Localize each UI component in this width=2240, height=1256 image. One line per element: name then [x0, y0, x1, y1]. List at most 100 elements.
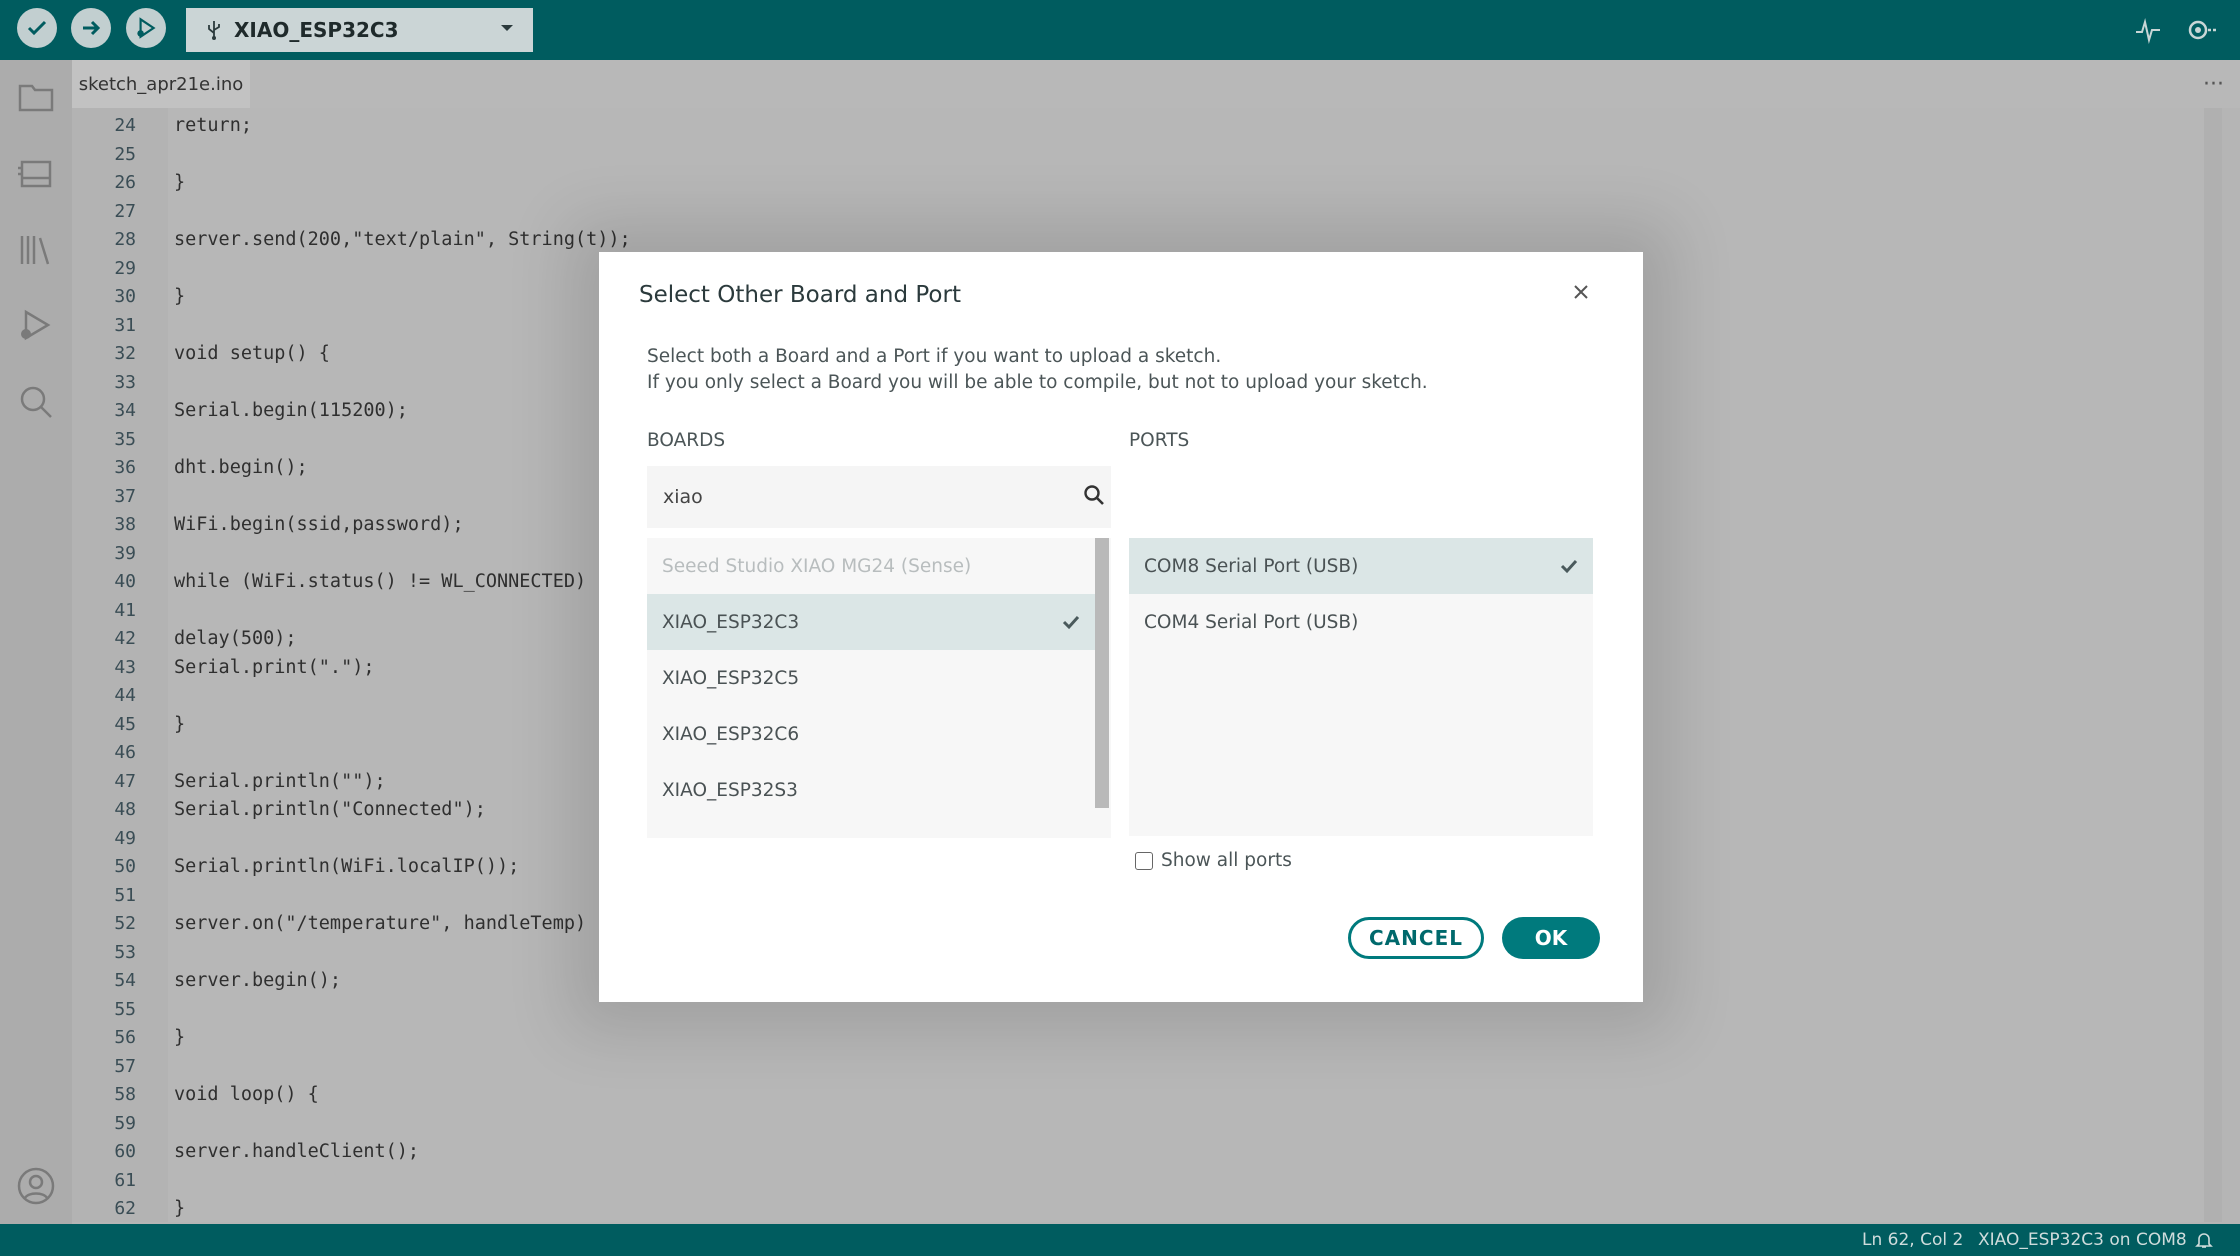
ok-button[interactable]: OK — [1502, 917, 1600, 959]
verify-icon — [27, 20, 47, 36]
debug-icon[interactable] — [16, 306, 56, 346]
port-list-item[interactable]: COM4 Serial Port (USB) — [1129, 594, 1593, 650]
code-line: Serial.println(""); — [174, 770, 386, 792]
ports-label: PORTS — [1129, 430, 1190, 451]
line-number: 30 — [114, 286, 136, 307]
editor-tabs: sketch_apr21e.ino ··· — [72, 60, 2240, 108]
line-number: 43 — [114, 656, 136, 678]
code-line: Serial.begin(115200); — [174, 400, 408, 421]
port-list-item[interactable]: COM8 Serial Port (USB) — [1129, 538, 1593, 594]
dialog-description: Select both a Board and a Port if you wa… — [647, 344, 1428, 396]
board-list-item[interactable]: XIAO_ESP32C5 — [647, 650, 1095, 706]
line-number: 59 — [114, 1112, 136, 1134]
serial-plotter-icon[interactable] — [2134, 16, 2162, 44]
code-line: void loop() { — [174, 1084, 319, 1105]
line-number: 49 — [114, 827, 136, 849]
code-line: server.handleClient(); — [174, 1141, 420, 1162]
code-line: Serial.println(WiFi.localIP()); — [174, 856, 520, 877]
sidebar — [0, 60, 72, 1224]
debug-icon — [137, 17, 156, 39]
code-line: } — [174, 713, 186, 735]
show-all-ports-label: Show all ports — [1161, 850, 1292, 871]
cursor-position[interactable]: Ln 62, Col 2 — [1862, 1230, 1963, 1250]
boards-manager-icon[interactable] — [16, 154, 56, 194]
code-line: Serial.print("."); — [174, 656, 375, 678]
board-search[interactable] — [647, 466, 1111, 528]
boards-label: BOARDS — [647, 430, 726, 451]
line-number: 48 — [114, 799, 136, 820]
board-label: XIAO_ESP32C3 — [662, 611, 800, 633]
close-icon[interactable] — [1571, 282, 1591, 302]
check-icon — [1560, 559, 1578, 574]
line-number: 24 — [114, 115, 136, 136]
line-number: 27 — [114, 200, 136, 222]
account-icon[interactable] — [16, 1166, 56, 1206]
board-list-item[interactable]: XIAO_ESP32C6 — [647, 706, 1095, 762]
line-number: 35 — [114, 428, 136, 450]
line-number: 58 — [114, 1084, 136, 1105]
board-label: XIAO_ESP32C6 — [662, 723, 800, 745]
library-manager-icon[interactable] — [16, 230, 56, 270]
board-list-item[interactable]: XIAO_ESP32S3 — [647, 762, 1095, 818]
boards-list: Seeed Studio XIAO MG24 (Sense) XIAO_ESP32… — [647, 538, 1111, 838]
line-number: 36 — [114, 457, 136, 478]
status-bar: Ln 62, Col 2 XIAO_ESP32C3 on COM8 — [0, 1224, 2240, 1256]
board-list-item[interactable]: XIAO_ESP32C3 — [647, 594, 1095, 650]
line-number: 37 — [114, 485, 136, 507]
code-line: while (WiFi.status() != WL_CONNECTED) — [174, 571, 587, 592]
upload-icon — [83, 20, 101, 36]
line-number: 33 — [114, 371, 136, 393]
line-number: 26 — [114, 172, 136, 193]
board-label: XIAO_ESP32C5 — [662, 667, 800, 689]
dialog-title: Select Other Board and Port — [639, 282, 961, 308]
line-gutter: 24 25 26 27 28 29 30 31 32 33 34 35 36 37 38 39 40 41 42 43… — [72, 108, 168, 1222]
line-number: 44 — [114, 685, 136, 706]
line-number: 28 — [114, 229, 136, 250]
description-line-1: Select both a Board and a Port if you wa… — [647, 346, 1222, 367]
board-label: XIAO_ESP32S3 — [662, 779, 798, 801]
code-line: Serial.println("Connected"); — [174, 799, 486, 820]
more-icon[interactable]: ··· — [2203, 72, 2224, 97]
editor-scrollbar[interactable] — [2204, 108, 2222, 1222]
board-label: Seeed Studio XIAO MG24 (Sense) — [662, 555, 972, 577]
show-all-ports-checkbox[interactable] — [1135, 851, 1153, 870]
line-number: 29 — [114, 257, 136, 279]
code-line: WiFi.begin(ssid,password); — [174, 514, 464, 535]
code-line: void setup() { — [174, 343, 330, 364]
line-number: 56 — [114, 1027, 136, 1048]
code-line: } — [174, 172, 186, 193]
show-all-ports[interactable]: Show all ports — [1135, 850, 1292, 871]
line-number: 50 — [114, 856, 136, 877]
board-search-input[interactable] — [661, 480, 1065, 514]
tab-sketch[interactable]: sketch_apr21e.ino — [72, 60, 250, 108]
line-number: 54 — [114, 970, 136, 991]
line-number: 55 — [114, 998, 136, 1020]
search-icon[interactable] — [16, 382, 56, 422]
bell-icon[interactable] — [2195, 1231, 2213, 1249]
debug-button[interactable] — [126, 8, 166, 48]
code-line: dht.begin(); — [174, 457, 308, 478]
serial-monitor-icon[interactable] — [2186, 16, 2218, 44]
description-line-2: If you only select a Board you will be a… — [647, 372, 1428, 393]
board-selector[interactable]: XIAO_ESP32C3 — [186, 8, 533, 52]
code-line: return; — [174, 115, 252, 136]
boards-scrollbar[interactable] — [1095, 538, 1109, 808]
sketchbook-icon[interactable] — [16, 76, 56, 116]
cancel-button[interactable]: CANCEL — [1348, 917, 1484, 959]
line-number: 62 — [114, 1198, 136, 1219]
board-port-status[interactable]: XIAO_ESP32C3 on COM8 — [1978, 1230, 2187, 1250]
line-number: 51 — [114, 884, 136, 906]
verify-button[interactable] — [17, 8, 57, 48]
upload-button[interactable] — [71, 8, 111, 48]
board-list-item[interactable]: Seeed Studio XIAO MG24 (Sense) — [647, 538, 1095, 594]
code-line: } — [174, 286, 186, 307]
line-number: 61 — [114, 1169, 136, 1191]
board-name: XIAO_ESP32C3 — [234, 18, 399, 42]
toolbar: XIAO_ESP32C3 — [0, 0, 2240, 60]
port-label: COM8 Serial Port (USB) — [1144, 555, 1359, 577]
select-board-dialog: Select Other Board and Port Select both … — [599, 252, 1643, 1002]
line-number: 60 — [114, 1141, 136, 1162]
line-number: 53 — [114, 941, 136, 963]
code-line: server.on("/temperature", handleTemp) — [174, 913, 587, 934]
line-number: 42 — [114, 628, 136, 649]
